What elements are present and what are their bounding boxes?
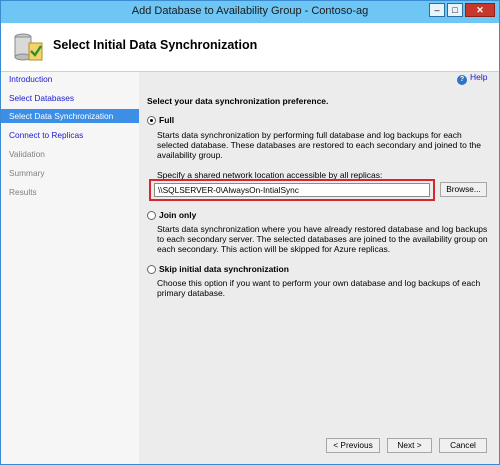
network-path-input[interactable] <box>154 183 430 197</box>
page-title: Select Initial Data Synchronization <box>53 38 258 52</box>
sidebar-item-summary: Summary <box>9 168 45 178</box>
network-path-highlight <box>149 179 435 201</box>
join-only-radio[interactable] <box>147 211 156 220</box>
database-sync-icon <box>14 33 43 61</box>
sidebar-item-select-data-synchronization[interactable]: Select Data Synchronization <box>1 109 139 123</box>
main-content: ? Help Select your data synchronization p… <box>139 72 499 464</box>
title-bar[interactable]: Add Database to Availability Group - Con… <box>1 1 499 23</box>
full-option-description: Starts data synchronization by performin… <box>157 130 482 160</box>
help-icon: ? <box>457 75 467 85</box>
minimize-button[interactable]: – <box>429 3 445 17</box>
sidebar-item-connect-to-replicas[interactable]: Connect to Replicas <box>1 128 139 142</box>
full-radio[interactable] <box>147 116 156 125</box>
maximize-button[interactable]: □ <box>447 3 463 17</box>
previous-button[interactable]: < Previous <box>326 438 380 453</box>
sync-preference-prompt: Select your data synchronization prefere… <box>147 96 329 106</box>
join-only-option-description: Starts data synchronization where you ha… <box>157 224 488 254</box>
help-link[interactable]: ? Help <box>457 72 487 85</box>
sidebar-item-validation: Validation <box>9 149 45 159</box>
browse-button[interactable]: Browse... <box>440 182 487 197</box>
dialog-window: Add Database to Availability Group - Con… <box>0 0 500 465</box>
sidebar-item-introduction[interactable]: Introduction <box>1 72 139 86</box>
join-only-option-label[interactable]: Join only <box>159 210 196 220</box>
skip-sync-option-label[interactable]: Skip initial data synchronization <box>159 264 289 274</box>
next-button[interactable]: Next > <box>387 438 432 453</box>
sidebar-item-results: Results <box>9 187 37 197</box>
skip-sync-radio[interactable] <box>147 265 156 274</box>
page-header: Select Initial Data Synchronization <box>1 23 499 72</box>
skip-sync-option-description: Choose this option if you want to perfor… <box>157 278 481 298</box>
cancel-button[interactable]: Cancel <box>439 438 487 453</box>
window-title: Add Database to Availability Group - Con… <box>131 5 369 17</box>
sidebar-item-select-databases[interactable]: Select Databases <box>1 91 139 105</box>
full-option-label[interactable]: Full <box>159 115 174 125</box>
help-label: Help <box>470 72 488 82</box>
wizard-sidebar: Introduction Select Databases Select Dat… <box>1 72 140 464</box>
close-button[interactable]: ✕ <box>465 3 495 17</box>
